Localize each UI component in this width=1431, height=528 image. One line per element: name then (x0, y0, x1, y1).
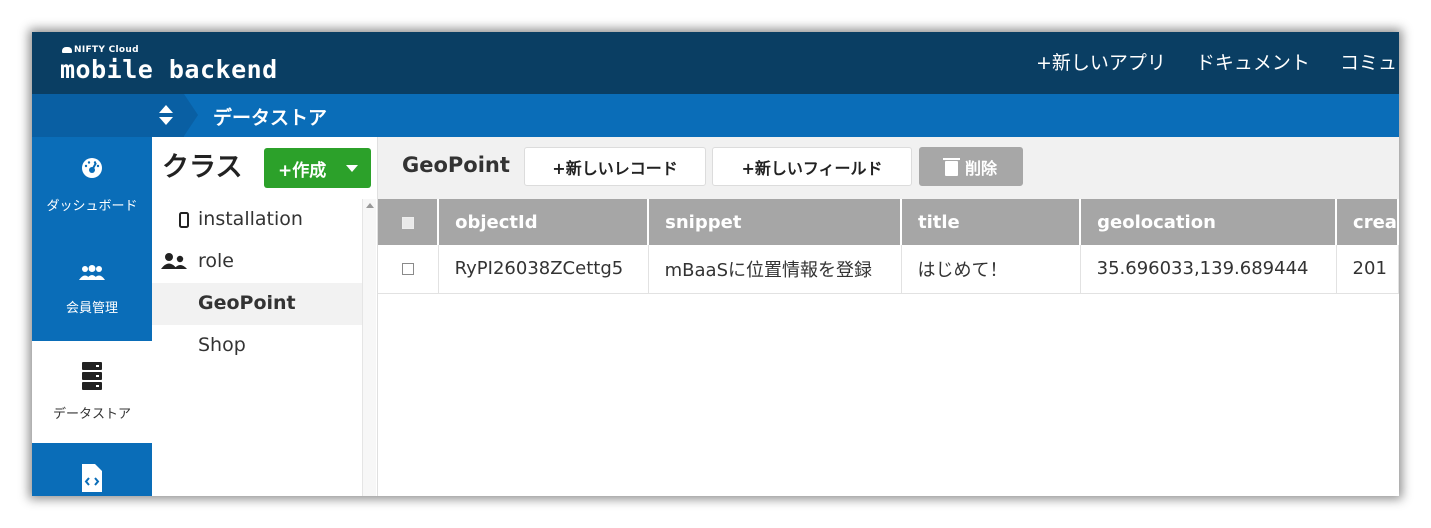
top-header: NIFTY Cloud mobile backend +新しいアプリ ドキュメント… (32, 32, 1399, 94)
sort-toggle-icon[interactable] (158, 104, 174, 128)
breadcrumb-title: データストア (213, 107, 328, 129)
nav-community[interactable]: コミュ (1340, 52, 1397, 74)
nav-new-app[interactable]: +新しいアプリ (1036, 52, 1166, 74)
breadcrumb-toggle-area (32, 94, 184, 137)
main-content: GeoPoint +新しいレコード +新しいフィールド 削除 objectId … (378, 137, 1399, 496)
class-item-geopoint[interactable]: GeoPoint (152, 283, 362, 325)
sidebar-label-dashboard: ダッシュボード (46, 199, 138, 214)
class-list: installation role GeoPoint Shop (152, 199, 362, 367)
current-class-title: GeoPoint (402, 153, 510, 177)
class-item-shop[interactable]: Shop (152, 325, 362, 367)
cell-objectid[interactable]: RyPI26038ZCettg5 (438, 245, 649, 294)
users-icon (79, 265, 105, 280)
cell-createdate[interactable]: 201 (1336, 245, 1399, 294)
row-select-cell (378, 245, 439, 294)
column-header-title[interactable]: title (901, 199, 1082, 245)
toolbar: GeoPoint +新しいレコード +新しいフィールド 削除 (378, 137, 1399, 199)
column-header-geolocation[interactable]: geolocation (1080, 199, 1338, 245)
brand-small-logo: NIFTY Cloud (62, 45, 139, 55)
sidebar-item-script[interactable] (32, 443, 152, 496)
breadcrumb-bar: データストア (32, 94, 1399, 137)
script-file-icon (82, 464, 102, 492)
new-field-button[interactable]: +新しいフィールド (712, 147, 912, 186)
brand-logo[interactable]: mobile backend (60, 55, 278, 84)
column-header-createdate[interactable]: crea (1336, 199, 1399, 245)
class-panel-title: クラス (162, 152, 243, 183)
app-window: NIFTY Cloud mobile backend +新しいアプリ ドキュメント… (32, 32, 1399, 496)
class-item-installation[interactable]: installation (152, 199, 362, 241)
cloud-icon (62, 46, 72, 53)
class-label-installation: installation (198, 208, 303, 230)
caret-down-icon (346, 165, 358, 172)
create-class-button[interactable]: +作成 (264, 148, 371, 188)
class-item-role[interactable]: role (152, 241, 362, 283)
cell-title[interactable]: はじめて！ (901, 245, 1081, 294)
breadcrumb-separator (184, 94, 198, 136)
sidebar-item-datastore[interactable]: データストア (32, 341, 152, 443)
select-all-checkbox[interactable] (401, 216, 414, 229)
sidebar-label-members: 会員管理 (65, 301, 118, 316)
table-header-row: objectId snippet title geolocation crea (378, 199, 1399, 245)
sidebar-item-members[interactable]: 会員管理 (32, 239, 152, 341)
column-header-objectid[interactable]: objectId (438, 199, 650, 245)
brand-small-text: NIFTY Cloud (74, 45, 139, 55)
gauge-icon (82, 158, 102, 178)
class-label-geopoint: GeoPoint (198, 292, 296, 314)
phone-icon (179, 212, 189, 228)
create-class-label: +作成 (278, 160, 327, 181)
select-all-cell (378, 199, 440, 245)
role-users-icon (161, 253, 187, 269)
class-label-shop: Shop (198, 334, 246, 356)
class-panel: クラス +作成 installation role GeoPoint Shop (152, 137, 378, 496)
top-nav: +新しいアプリ ドキュメント コミュ (1036, 48, 1399, 75)
nav-documents[interactable]: ドキュメント (1196, 52, 1310, 74)
row-checkbox[interactable] (401, 263, 414, 276)
class-list-scrollbar[interactable] (362, 199, 376, 496)
new-record-button[interactable]: +新しいレコード (524, 147, 706, 186)
delete-label: 削除 (964, 158, 997, 178)
cell-geolocation[interactable]: 35.696033,139.689444 (1080, 245, 1337, 294)
sidebar-label-datastore: データストア (52, 407, 131, 422)
class-label-role: role (198, 250, 234, 272)
database-icon (82, 362, 102, 390)
column-header-snippet[interactable]: snippet (648, 199, 902, 245)
cell-snippet[interactable]: mBaaSに位置情報を登録 (648, 245, 902, 294)
sidebar-item-dashboard[interactable]: ダッシュボード (32, 137, 152, 239)
delete-button[interactable]: 削除 (919, 147, 1023, 186)
trash-icon (942, 157, 960, 176)
records-table: objectId snippet title geolocation crea … (378, 199, 1399, 294)
scroll-up-icon[interactable] (366, 203, 374, 208)
table-row[interactable]: RyPI26038ZCettg5 mBaaSに位置情報を登録 はじめて！ 35.… (378, 245, 1399, 294)
left-sidebar: ダッシュボード 会員管理 データストア (32, 137, 152, 496)
